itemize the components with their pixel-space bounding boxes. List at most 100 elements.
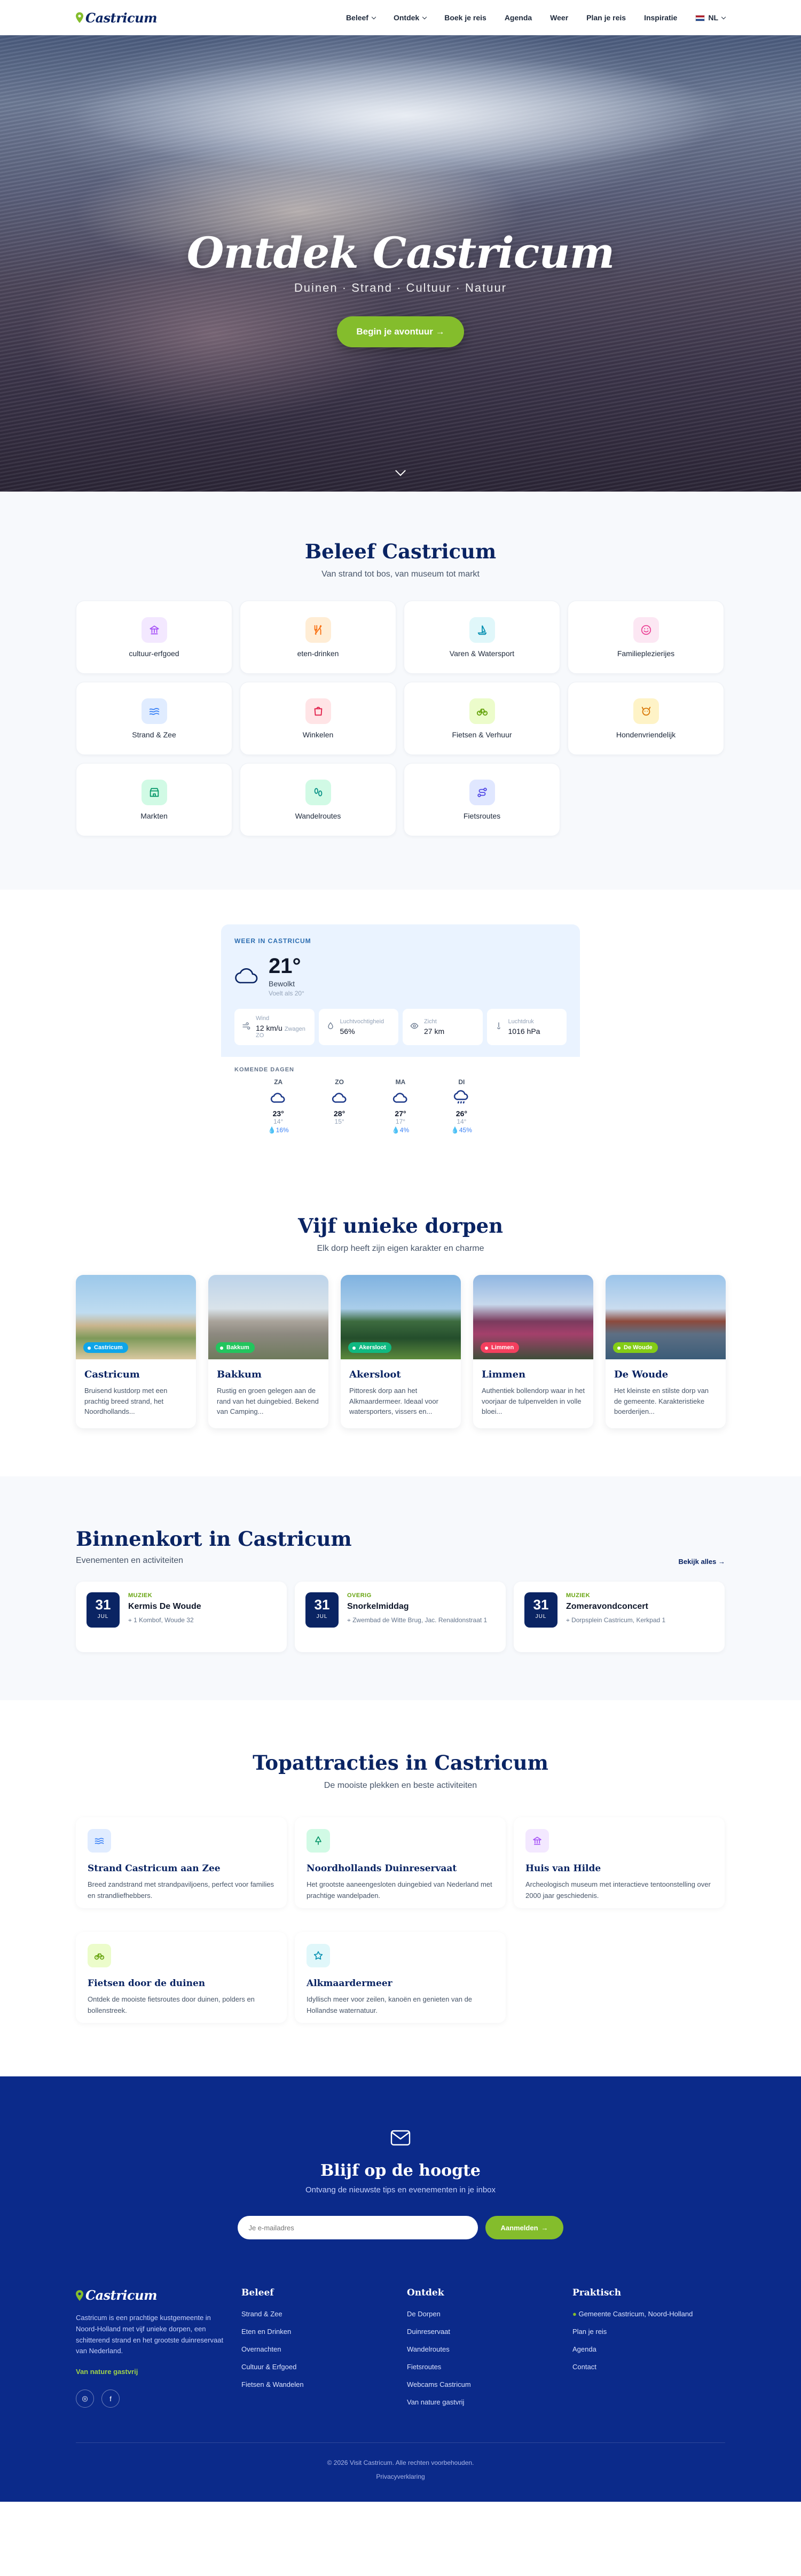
- events-subtitle: Evenementen en activiteiten: [76, 1556, 184, 1565]
- category-card[interactable]: Varen & Watersport: [404, 601, 560, 674]
- stat-label: Wind: [256, 1015, 270, 1022]
- category-card[interactable]: eten-drinken: [240, 601, 396, 674]
- attraction-card[interactable]: Fietsen door de duinen Ontdek de mooiste…: [76, 1932, 287, 2023]
- footer-link[interactable]: Eten en Drinken: [241, 2328, 407, 2336]
- nav-item-agenda[interactable]: Agenda: [505, 13, 532, 22]
- nav-item-inspiratie[interactable]: Inspiratie: [644, 13, 677, 22]
- event-card[interactable]: 31 JUL MUZIEK Zomeravondconcert ⌖ Dorpsp…: [514, 1582, 725, 1652]
- footer-link-label: De Dorpen: [407, 2310, 441, 2318]
- footer-link[interactable]: Contact: [572, 2363, 725, 2371]
- category-label: Hondenvriendelijk: [616, 730, 676, 739]
- footer-link[interactable]: Strand & Zee: [241, 2310, 407, 2318]
- village-grid: Castricum Castricum Bruisend kustdorp me…: [76, 1275, 726, 1428]
- event-day: 31: [533, 1597, 549, 1613]
- nav-item-ontdek[interactable]: Ontdek: [394, 13, 426, 22]
- forecast-row: ZA 23° 14° 💧16% ZO 28° 15° MA 27° 17° 💧4…: [221, 1078, 580, 1134]
- category-label: Markten: [140, 811, 168, 820]
- forecast-max: 28°: [334, 1109, 345, 1118]
- event-card[interactable]: 31 JUL MUZIEK Kermis De Woude ⌖ 1 Kombof…: [76, 1582, 287, 1652]
- forecast-max: 27°: [395, 1109, 406, 1118]
- footer-link-label: Plan je reis: [572, 2328, 607, 2336]
- footer-link[interactable]: Van nature gastvrij: [407, 2398, 572, 2406]
- village-card[interactable]: De Woude De Woude Het kleinste en stilst…: [606, 1275, 726, 1428]
- stat-label: Luchtvochtigheid: [340, 1018, 384, 1025]
- hero-section: Ontdek Castricum Duinen · Strand · Cultu…: [0, 35, 801, 492]
- stat-value: 1016 hPa: [508, 1027, 540, 1036]
- village-badge: Akersloot: [348, 1342, 391, 1353]
- weather-widget: WEER IN CASTRICUM 21° Bewolkt Voelt als …: [221, 924, 580, 1134]
- village-card[interactable]: Bakkum Bakkum Rustig en groen gelegen aa…: [208, 1275, 328, 1428]
- attraction-description: Ontdek de mooiste fietsroutes door duine…: [88, 1995, 255, 2014]
- village-card[interactable]: Limmen Limmen Authentiek bollendorp waar…: [473, 1275, 593, 1428]
- footer-link[interactable]: Webcams Castricum: [407, 2380, 572, 2388]
- beleef-section: Beleef Castricum Van strand tot bos, van…: [0, 492, 801, 890]
- footer-link[interactable]: ● Gemeente Castricum, Noord-Holland: [572, 2310, 725, 2318]
- nav-item-beleef[interactable]: Beleef: [346, 13, 375, 22]
- event-month: JUL: [316, 1614, 328, 1620]
- weather-stat: Luchtdruk 1016 hPa: [486, 1009, 567, 1045]
- nav-item-boek-je-reis[interactable]: Boek je reis: [444, 13, 486, 22]
- category-card[interactable]: Familieplezierijes: [568, 601, 724, 674]
- hero-cta-button[interactable]: Begin je avontuur →: [337, 316, 464, 347]
- category-card[interactable]: cultuur-erfgoed: [76, 601, 232, 674]
- footer-link[interactable]: Fietsroutes: [407, 2363, 572, 2371]
- arrow-right-icon: →: [541, 2223, 548, 2232]
- wind-icon: [242, 1022, 250, 1033]
- footer-link[interactable]: Duinreservaat: [407, 2328, 572, 2336]
- event-date: 31 JUL: [87, 1592, 120, 1628]
- star-icon: [307, 1944, 330, 1967]
- category-card[interactable]: Hondenvriendelijk: [568, 682, 724, 755]
- village-badge: Bakkum: [216, 1342, 255, 1353]
- forecast-day: ZA 23° 14° 💧16%: [248, 1078, 309, 1134]
- view-all-link[interactable]: Bekijk alles →: [679, 1558, 725, 1566]
- nav-item-weer[interactable]: Weer: [550, 13, 568, 22]
- attraction-card[interactable]: Noordhollands Duinreservaat Het grootste…: [295, 1817, 506, 1908]
- event-month: JUL: [535, 1614, 547, 1620]
- attraction-card[interactable]: Strand Castricum aan Zee Breed zandstran…: [76, 1817, 287, 1908]
- forecast-min: 15°: [334, 1118, 344, 1125]
- village-card[interactable]: Akersloot Akersloot Pittoresk dorp aan h…: [341, 1275, 461, 1428]
- nav-item-plan-je-reis[interactable]: Plan je reis: [586, 13, 626, 22]
- category-card[interactable]: Markten: [76, 763, 232, 836]
- footer-link[interactable]: Agenda: [572, 2345, 725, 2353]
- nav-menu: Beleef Ontdek Boek je reis Agenda Weer Plan j…: [346, 13, 725, 22]
- attraction-name: Alkmaardermeer: [307, 1978, 392, 1989]
- forecast-day-label: ZO: [335, 1078, 344, 1086]
- category-card[interactable]: Wandelroutes: [240, 763, 396, 836]
- footer-link[interactable]: Cultuur & Erfgoed: [241, 2363, 407, 2371]
- category-card[interactable]: Fietsen & Verhuur: [404, 682, 560, 755]
- site-logo[interactable]: Castricum: [76, 10, 157, 26]
- category-card[interactable]: Strand & Zee: [76, 682, 232, 755]
- footer-link-label: Duinreservaat: [407, 2328, 450, 2336]
- scroll-down-icon[interactable]: [395, 465, 406, 476]
- email-input[interactable]: [238, 2216, 478, 2239]
- footer-logo[interactable]: Castricum: [76, 2287, 241, 2303]
- footer-link[interactable]: De Dorpen: [407, 2310, 572, 2318]
- map-pin-icon: ●: [572, 2310, 579, 2318]
- footer-column: Beleef Strand & Zee Eten en Drinken Overna…: [241, 2287, 407, 2416]
- language-selector[interactable]: NL: [695, 13, 725, 22]
- village-card[interactable]: Castricum Castricum Bruisend kustdorp me…: [76, 1275, 196, 1428]
- location-pin-icon: ⌖: [128, 1616, 134, 1624]
- event-card[interactable]: 31 JUL OVERIG Snorkelmiddag ⌖ Zwembad de…: [295, 1582, 506, 1652]
- event-location: Dorpsplein Castricum, Kerkpad 1: [571, 1616, 666, 1624]
- footer-column-title: Praktisch: [572, 2287, 622, 2298]
- footer-link[interactable]: Wandelroutes: [407, 2345, 572, 2353]
- category-label: eten-drinken: [297, 649, 339, 658]
- footer-link[interactable]: Plan je reis: [572, 2328, 725, 2336]
- privacy-link[interactable]: Privacyverklaring: [76, 2473, 725, 2480]
- instagram-icon[interactable]: ◎: [76, 2390, 94, 2408]
- social-links: ◎ f: [76, 2390, 241, 2408]
- subscribe-button[interactable]: Aanmelden →: [485, 2216, 563, 2239]
- waves-icon: [88, 1829, 111, 1853]
- facebook-icon[interactable]: f: [101, 2390, 120, 2408]
- route-icon: [469, 779, 495, 805]
- sailboat-icon: [469, 617, 495, 643]
- location-pin-icon: ⌖: [566, 1616, 572, 1624]
- attraction-card[interactable]: Alkmaardermeer Idyllisch meer voor zeile…: [295, 1932, 506, 2023]
- category-card[interactable]: Winkelen: [240, 682, 396, 755]
- attraction-card[interactable]: Huis van Hilde Archeologisch museum met …: [514, 1817, 725, 1908]
- category-card[interactable]: Fietsroutes: [404, 763, 560, 836]
- footer-link[interactable]: Fietsen & Wandelen: [241, 2380, 407, 2388]
- footer-link[interactable]: Overnachten: [241, 2345, 407, 2353]
